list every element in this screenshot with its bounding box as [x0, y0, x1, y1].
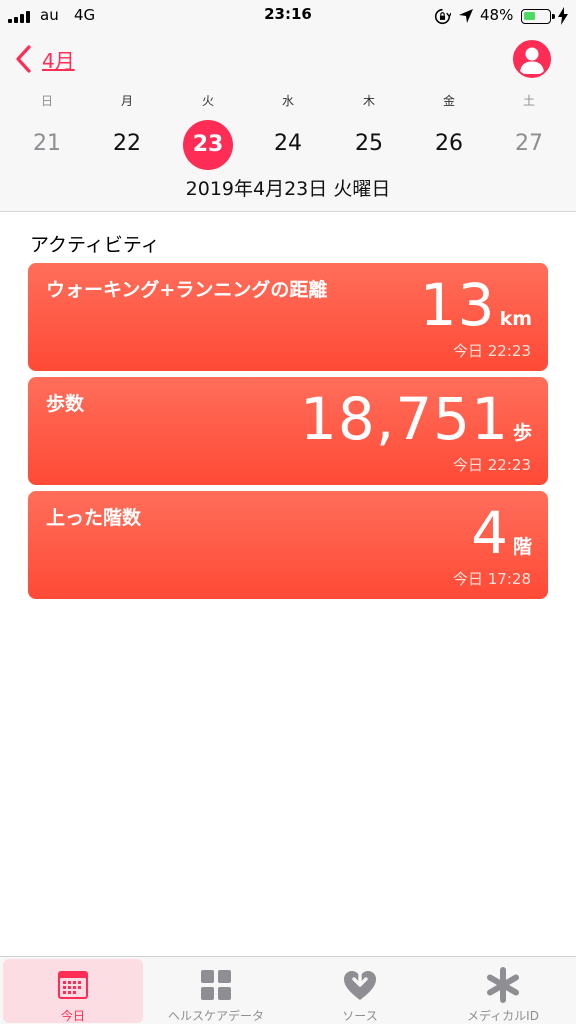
tab-bar: 今日 ヘルスケアデータ ソース メディカルID [0, 956, 576, 1024]
card-value: 4階 [471, 501, 532, 565]
calendar-header: 4月 日 月 火 水 木 金 土 21 22 23 24 25 26 27 20… [0, 34, 576, 212]
weekday-row: 日 月 火 水 木 金 土 [0, 92, 576, 108]
rotation-lock-icon [434, 8, 451, 25]
card-value-unit: km [499, 308, 532, 330]
tab-label: ソース [342, 1009, 378, 1023]
tab-label: ヘルスケアデータ [167, 1009, 264, 1023]
card-title: ウォーキング+ランニングの距離 [46, 279, 328, 301]
person-icon [520, 47, 544, 74]
date-21[interactable]: 21 [22, 120, 72, 170]
asterisk-icon [487, 967, 519, 1003]
chevron-left-icon [16, 45, 31, 73]
weekday-thu: 木 [362, 94, 375, 108]
tab-medical-id[interactable]: メディカルID [433, 959, 573, 1023]
weekday-wed: 水 [281, 94, 294, 108]
charging-bolt-icon [558, 7, 568, 25]
weekday-fri: 金 [442, 94, 455, 108]
profile-button[interactable] [513, 40, 551, 78]
card-timestamp: 今日 22:23 [453, 456, 531, 474]
battery-icon [521, 9, 555, 24]
back-label: 4月 [42, 48, 75, 73]
card-title: 歩数 [46, 393, 85, 415]
date-25[interactable]: 25 [344, 120, 394, 170]
weekday-mon: 月 [120, 94, 133, 108]
date-27[interactable]: 27 [504, 120, 554, 170]
card-value-number: 18,751 [300, 385, 509, 453]
grid-icon [201, 970, 231, 1000]
date-row: 21 22 23 24 25 26 27 [0, 120, 576, 170]
card-value: 13 km [420, 273, 532, 337]
card-value-unit: 歩 [512, 422, 532, 444]
battery-percentage: 48% [480, 6, 514, 24]
flights-climbed-card[interactable]: 上った階数 4階 今日 17:28 [28, 491, 548, 599]
heart-download-icon [344, 967, 376, 1000]
weekday-sun: 日 [40, 94, 53, 108]
date-23-selected[interactable]: 23 [183, 120, 233, 170]
tab-health-data[interactable]: ヘルスケアデータ [146, 959, 286, 1023]
back-to-month-button[interactable]: 4月 [14, 42, 75, 76]
card-title: 上った階数 [46, 507, 142, 529]
date-22[interactable]: 22 [102, 120, 152, 170]
location-arrow-icon [459, 9, 473, 23]
card-value: 18,751 歩 [300, 387, 532, 451]
calendar-icon [58, 971, 88, 999]
card-value-number: 4 [471, 499, 509, 567]
date-24[interactable]: 24 [263, 120, 313, 170]
tab-label: メディカルID [467, 1009, 539, 1023]
steps-card[interactable]: 歩数 18,751 歩 今日 22:23 [28, 377, 548, 485]
selected-full-date: 2019年4月23日 火曜日 [185, 178, 391, 200]
date-26[interactable]: 26 [424, 120, 474, 170]
status-bar: au 4G 23:16 48% [0, 0, 576, 34]
card-timestamp: 今日 17:28 [453, 570, 531, 588]
card-value-number: 13 [419, 271, 496, 339]
weekday-tue: 火 [201, 94, 214, 108]
tab-label: 今日 [60, 1009, 85, 1023]
activity-section-title: アクティビティ [30, 234, 160, 256]
health-app-screen: au 4G 23:16 48% 4月 日 月 火 水 木 金 土 21 22 2… [0, 0, 576, 1024]
walking-running-distance-card[interactable]: ウォーキング+ランニングの距離 13 km 今日 22:23 [28, 263, 548, 371]
weekday-sat: 土 [522, 94, 535, 108]
tab-today[interactable]: 今日 [3, 959, 143, 1023]
card-value-unit: 階 [512, 536, 532, 558]
card-timestamp: 今日 22:23 [453, 342, 531, 360]
tab-sources[interactable]: ソース [290, 959, 430, 1023]
